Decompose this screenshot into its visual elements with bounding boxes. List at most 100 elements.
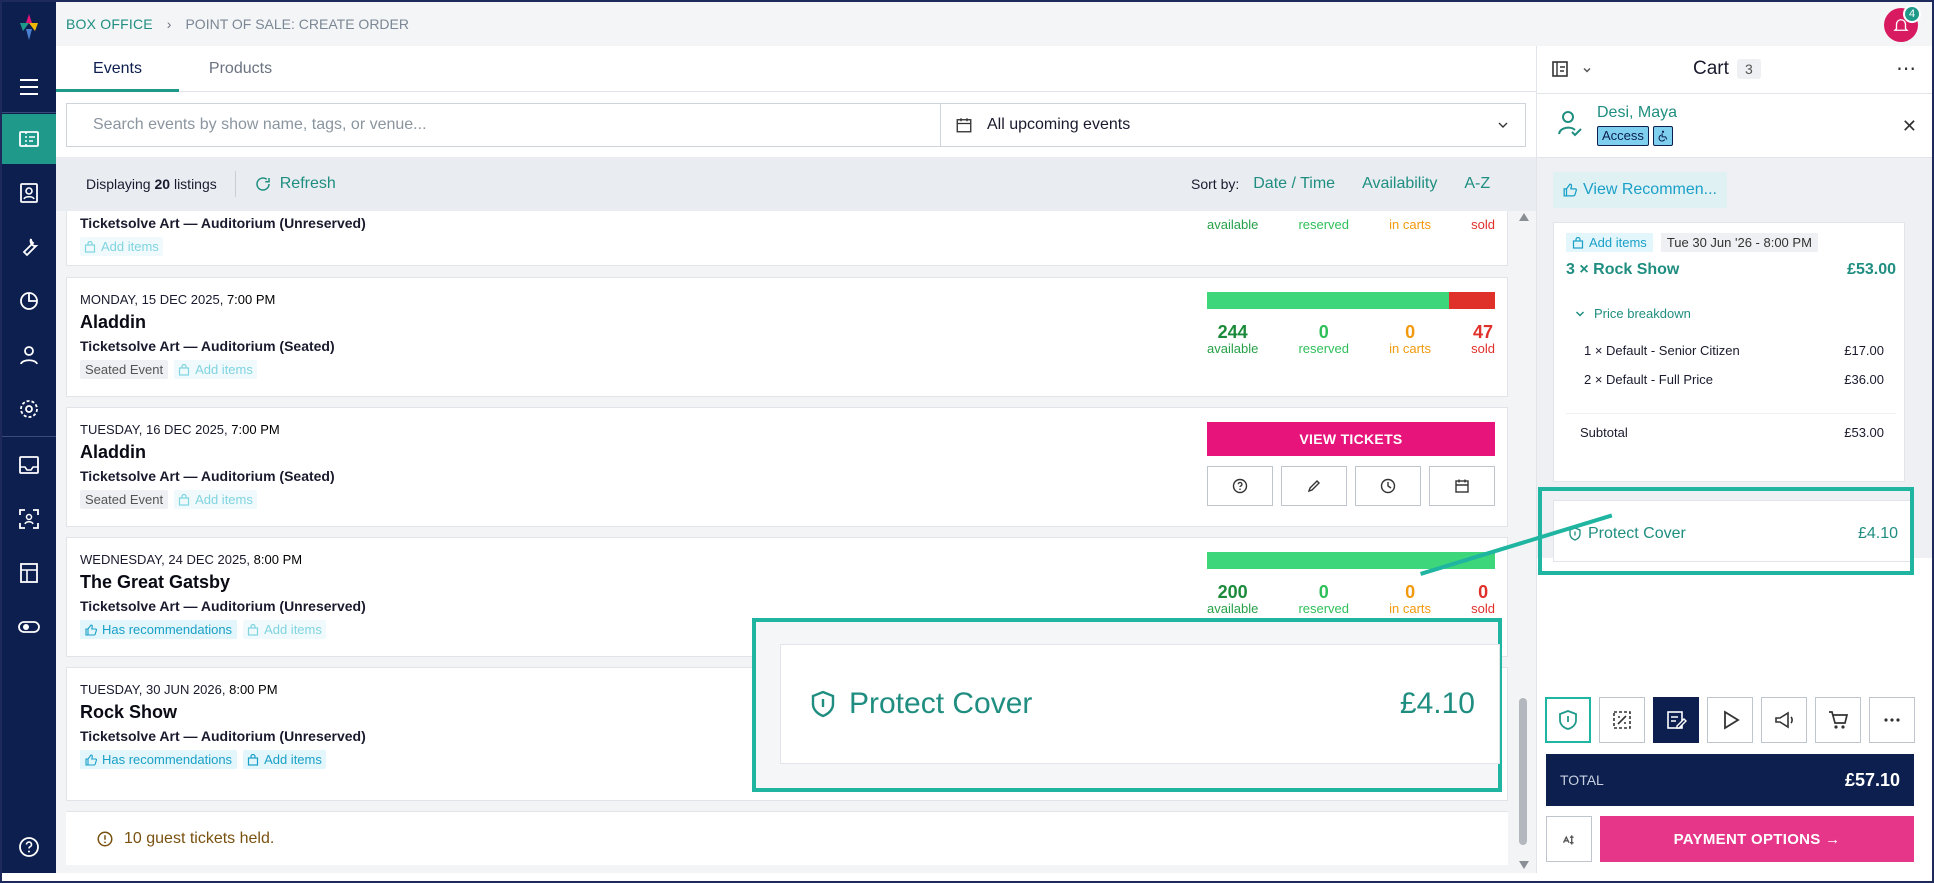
sidebar-item-board[interactable] [2, 548, 56, 598]
scroll-down-arrow-icon[interactable] [1519, 861, 1529, 869]
megaphone-icon [1775, 711, 1793, 729]
date-filter-select[interactable]: All upcoming events [941, 104, 1525, 146]
play-icon [1724, 710, 1740, 730]
chevron-down-icon [1498, 122, 1508, 128]
available-label: available [1207, 217, 1259, 232]
sidebar-item-settings[interactable] [2, 384, 56, 434]
clock-icon [1380, 478, 1396, 494]
notes-button[interactable] [1653, 697, 1699, 743]
seated-event-tag: Seated Event [80, 490, 169, 509]
add-items-button[interactable]: Add items [243, 750, 326, 769]
event-venue: Ticketsolve Art — Auditorium (Seated) [80, 338, 335, 354]
question-icon [1232, 478, 1248, 494]
breadcrumb: BOX OFFICE › POINT OF SALE: CREATE ORDER… [56, 2, 1932, 46]
sort-a-z[interactable]: A-Z [1464, 175, 1490, 193]
thumbs-up-icon [85, 623, 97, 636]
add-items-button[interactable]: Add items [1566, 233, 1653, 252]
register-icon[interactable] [1551, 60, 1569, 78]
add-items-button[interactable]: Add items [80, 237, 163, 256]
sort-date-time[interactable]: Date / Time [1253, 175, 1335, 193]
customer-row: Desi, Maya Access ✕ [1537, 94, 1933, 158]
more-options-icon[interactable]: ⋯ [1896, 56, 1917, 81]
access-badge: Access [1597, 126, 1649, 146]
event-date: TUESDAY, 16 DEC 2025, 7:00 PM [80, 422, 280, 437]
info-circle-icon [97, 831, 113, 846]
sidebar-item-box-office[interactable] [2, 114, 56, 164]
customer-badges: Access [1597, 126, 1673, 146]
view-recommendations-button[interactable]: View Recommen... [1553, 172, 1727, 208]
user-icon [20, 346, 38, 365]
notification-count-badge: 4 [1903, 5, 1921, 23]
event-card: Ticketsolve Art — Auditorium (Unreserved… [66, 211, 1508, 266]
in-carts-count: 0 [1405, 322, 1416, 342]
schedule-button[interactable] [1429, 466, 1495, 506]
chevron-down-icon[interactable] [1581, 64, 1593, 76]
breadcrumb-chevron-icon: › [166, 16, 172, 32]
discount-button[interactable] [1599, 697, 1645, 743]
currency-button[interactable] [1546, 816, 1592, 862]
help-icon[interactable] [2, 822, 56, 872]
event-card[interactable]: TUESDAY, 16 DEC 2025, 7:00 PM Aladdin Ti… [66, 407, 1508, 527]
in-carts-label: in carts [1389, 341, 1432, 356]
protect-button[interactable] [1545, 697, 1591, 743]
close-icon[interactable]: ✕ [1902, 116, 1917, 137]
highlight-box [1538, 487, 1914, 575]
notifications-button[interactable]: 4 [1884, 5, 1921, 42]
reserved-label: reserved [1298, 601, 1350, 616]
total-value: £57.10 [1844, 769, 1900, 790]
zoomed-protect-cover: Protect Cover £4.10 [752, 618, 1502, 792]
event-date: WEDNESDAY, 24 DEC 2025, 8:00 PM [80, 552, 303, 567]
more-options-icon[interactable] [1869, 697, 1915, 743]
scroll-thumb[interactable] [1519, 698, 1527, 845]
add-items-button[interactable]: Add items [243, 620, 326, 639]
edit-button[interactable] [1281, 466, 1347, 506]
history-button[interactable] [1355, 466, 1421, 506]
refresh-button[interactable]: Refresh [254, 175, 336, 193]
cart-panel: Cart 3 ⋯ Desi, Maya Access ✕ View Recomm… [1536, 46, 1933, 873]
scroll-up-arrow-icon[interactable] [1519, 213, 1529, 221]
sidebar-item-reports[interactable] [2, 276, 56, 326]
bag-icon [178, 363, 190, 376]
event-card[interactable]: MONDAY, 15 DEC 2025, 7:00 PM Aladdin Tic… [66, 277, 1508, 397]
sidebar-item-tools[interactable] [2, 222, 56, 272]
reserved-label: reserved [1298, 341, 1350, 356]
checkout-row: PAYMENT OPTIONS → [1546, 816, 1914, 862]
reserved-count: 0 [1318, 322, 1329, 342]
date-filter-value: All upcoming events [987, 116, 1131, 133]
tab-products[interactable]: Products [179, 46, 302, 91]
availability-bar [1207, 292, 1495, 309]
sort-availability[interactable]: Availability [1362, 175, 1437, 193]
pencil-icon [1307, 480, 1320, 493]
search-input[interactable] [67, 104, 941, 146]
announce-button[interactable] [1761, 697, 1807, 743]
payment-options-button[interactable]: PAYMENT OPTIONS → [1600, 816, 1914, 862]
sidebar-item-contacts[interactable] [2, 168, 56, 218]
has-recommendations-tag[interactable]: Has recommendations [80, 750, 238, 769]
add-items-button[interactable]: Add items [174, 490, 257, 509]
sidebar-item-toggle[interactable] [2, 602, 56, 652]
help-button[interactable] [1207, 466, 1273, 506]
menu-icon[interactable] [2, 62, 56, 112]
play-button[interactable] [1707, 697, 1753, 743]
add-items-button[interactable]: Add items [174, 360, 257, 379]
ticket-icon [19, 131, 39, 147]
in-carts-count: 0 [1405, 582, 1416, 602]
event-venue: Ticketsolve Art — Auditorium (Unreserved… [80, 728, 366, 744]
breadcrumb-box-office[interactable]: BOX OFFICE [66, 16, 153, 32]
cart-button[interactable] [1815, 697, 1861, 743]
cart-item-line[interactable]: 3 × Rock Show £53.00 [1566, 261, 1896, 279]
has-recommendations-tag[interactable]: Has recommendations [80, 620, 238, 639]
sidebar-item-users[interactable] [2, 330, 56, 380]
view-tickets-button[interactable]: VIEW TICKETS [1207, 422, 1495, 456]
sidebar-item-inbox[interactable] [2, 440, 56, 490]
calendar-icon [956, 118, 972, 133]
sidebar-item-scan[interactable] [2, 494, 56, 544]
tab-events[interactable]: Events [56, 46, 179, 92]
price-breakdown-toggle[interactable]: Price breakdown [1574, 306, 1691, 321]
reserved-label: reserved [1298, 217, 1350, 232]
event-title: Rock Show [80, 702, 178, 722]
bag-icon [247, 623, 259, 636]
divider [234, 171, 236, 197]
customer-name-link[interactable]: Desi, Maya [1597, 104, 1677, 122]
divider [1566, 413, 1896, 414]
